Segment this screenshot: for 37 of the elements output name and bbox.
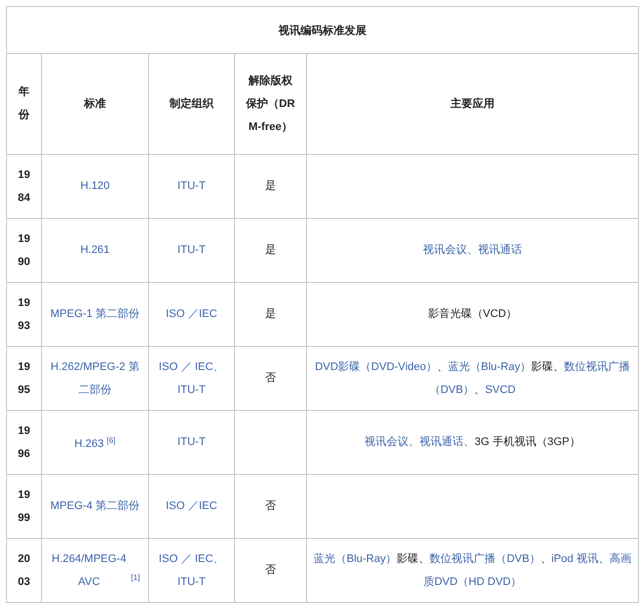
drm-free-cell: 否	[234, 538, 306, 602]
application-text: 视讯会议、视讯通话	[306, 218, 639, 282]
year-cell: 1984	[6, 154, 42, 218]
standard-link[interactable]: H.261	[80, 239, 110, 262]
drm-free-cell: 是	[234, 218, 306, 282]
year-cell: 1996	[6, 410, 42, 474]
year-cell: 1990	[6, 218, 42, 282]
year-cell: 2003	[6, 538, 42, 602]
organization-cell: ITU-T	[148, 218, 234, 282]
table-caption: 视讯编码标准发展	[6, 6, 639, 54]
year-cell: 1995	[6, 346, 42, 410]
drm-free-cell: 否	[234, 474, 306, 538]
organization-cell: ISO ／IEC	[148, 474, 234, 538]
footnote-link[interactable]: [1]	[131, 572, 140, 582]
column-header: 主要应用	[306, 54, 639, 154]
standard-link[interactable]: H.263	[74, 433, 104, 456]
drm-free-cell: 否	[234, 346, 306, 410]
column-header: 年份	[6, 54, 42, 154]
application-text: 影音光碟（VCD）	[306, 282, 639, 346]
footnote-link[interactable]: [6]	[106, 436, 116, 445]
organization-cell: ISO ／IEC	[148, 282, 234, 346]
application-text: 视讯会议、视讯通话、3G 手机视讯（3GP）	[306, 410, 639, 474]
organization-cell: ISO ／ IEC、ITU-T	[148, 538, 234, 602]
organization-cell: ITU-T	[148, 154, 234, 218]
standard-link[interactable]: H.120	[80, 175, 110, 198]
year-cell: 1993	[6, 282, 42, 346]
year-cell: 1999	[6, 474, 42, 538]
column-header: 制定组织	[148, 54, 234, 154]
organization-cell: ISO ／ IEC、ITU-T	[148, 346, 234, 410]
standard-link[interactable]: H.264/MPEG-4 AVC	[50, 548, 128, 594]
drm-free-cell: 是	[234, 282, 306, 346]
application-text: 蓝光（Blu-Ray）影碟、数位视讯广播（DVB）、iPod 视讯、高画质DVD（HD DVD）	[306, 538, 639, 602]
column-header: 标准	[42, 54, 148, 154]
drm-free-cell: 是	[234, 154, 306, 218]
column-header: 解除版权保护（DRM-free）	[234, 54, 306, 154]
application-text: DVD影碟（DVD-Video）、蓝光（Blu-Ray）影碟、数位视讯广播（DVB）、SVCD	[306, 346, 639, 410]
organization-cell: ITU-T	[148, 410, 234, 474]
